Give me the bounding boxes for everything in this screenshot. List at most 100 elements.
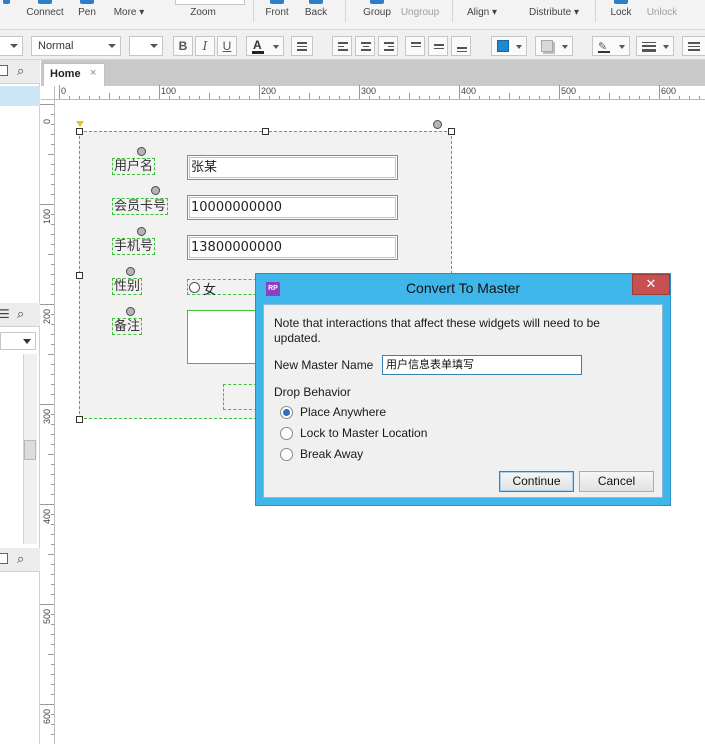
lock-button[interactable]: Lock	[606, 0, 636, 30]
resize-handle[interactable]	[76, 416, 83, 423]
ruler-tick	[679, 96, 680, 99]
valign-middle-button[interactable]	[428, 36, 448, 56]
member-card-input[interactable]: 10000000000	[187, 195, 398, 220]
ruler-tick	[349, 96, 350, 99]
font-size-select[interactable]	[129, 36, 163, 56]
widget-library-select[interactable]	[0, 332, 36, 350]
add-master-icon[interactable]	[0, 553, 8, 564]
group-button[interactable]: Group	[360, 0, 394, 30]
main-toolbar: Connect Pen More ▾ Zoom Front Back Group…	[0, 0, 705, 30]
align-right-button[interactable]	[378, 36, 398, 56]
ruler-tick	[51, 584, 54, 585]
close-button[interactable]: ✕	[632, 274, 670, 295]
unlock-button[interactable]: Unlock	[644, 0, 680, 30]
ruler-tick	[259, 85, 260, 99]
style-select[interactable]: Normal	[31, 36, 121, 56]
ruler-tick	[669, 96, 670, 99]
align-left-button[interactable]	[332, 36, 352, 56]
ruler-tick	[51, 724, 54, 725]
ruler-label: 100	[161, 86, 177, 96]
menu-icon[interactable]: ☰	[0, 307, 10, 321]
line-pattern-button[interactable]	[682, 36, 705, 56]
italic-button[interactable]: I	[195, 36, 215, 56]
more-tools-button[interactable]: More ▾	[108, 0, 150, 30]
toolbar-item-partial[interactable]	[0, 0, 10, 30]
valign-top-button[interactable]	[405, 36, 425, 56]
resize-handle[interactable]	[262, 128, 269, 135]
connection-point[interactable]	[137, 147, 146, 156]
scrollbar-thumb[interactable]	[24, 440, 36, 460]
master-name-input[interactable]: 用户信息表单填写	[382, 355, 582, 375]
chevron-down-icon	[663, 45, 669, 49]
group-icon	[370, 0, 384, 4]
ruler-tick	[51, 524, 54, 525]
ruler-tick	[51, 174, 54, 175]
bullet-list-button[interactable]	[291, 36, 313, 56]
line-color-button[interactable]: ✎	[592, 36, 630, 56]
ruler-tick	[529, 96, 530, 99]
ruler-tick	[139, 96, 140, 99]
selected-page-row[interactable]	[0, 86, 40, 106]
shadow-button[interactable]	[535, 36, 573, 56]
close-icon[interactable]: ×	[90, 67, 96, 79]
ruler-label: 300	[42, 408, 52, 424]
dialog-titlebar[interactable]: RP Convert To Master ✕	[256, 274, 670, 301]
valign-bottom-button[interactable]	[451, 36, 471, 56]
tab-home[interactable]: Home ×	[43, 63, 105, 86]
distribute-button[interactable]: Distribute ▾	[526, 0, 582, 30]
ruler-tick	[239, 96, 240, 99]
bold-button[interactable]: B	[173, 36, 193, 56]
connection-point[interactable]	[126, 267, 135, 276]
widgets-panel-header: ☰ ⌕	[0, 303, 40, 327]
search-icon[interactable]: ⌕	[17, 63, 24, 79]
ruler-tick	[329, 96, 330, 99]
ruler-tick	[619, 96, 620, 99]
connection-point[interactable]	[126, 307, 135, 316]
bring-front-button[interactable]: Front	[260, 0, 294, 30]
chevron-down-icon	[516, 45, 522, 49]
resize-handle[interactable]	[448, 128, 455, 135]
shadow-icon	[541, 40, 553, 52]
resize-handle[interactable]	[76, 128, 83, 135]
ruler-tick	[51, 194, 54, 195]
continue-button[interactable]: Continue	[499, 471, 574, 492]
underline-button[interactable]: U	[217, 36, 237, 56]
toolbar-divider	[452, 0, 453, 22]
ruler-tick	[119, 96, 120, 99]
connect-tool-button[interactable]: Connect	[22, 0, 68, 30]
pen-tool-button[interactable]: Pen	[72, 0, 102, 30]
connection-point[interactable]	[137, 227, 146, 236]
drop-behavior-label: Drop Behavior	[274, 385, 351, 399]
ruler-tick	[659, 85, 660, 99]
ruler-tick	[539, 96, 540, 99]
username-input[interactable]: 张某	[187, 155, 398, 180]
ruler-tick	[689, 96, 690, 99]
ruler-tick	[409, 93, 410, 99]
rotation-handle[interactable]	[433, 120, 442, 129]
phone-input[interactable]: 13800000000	[187, 235, 398, 260]
connection-point[interactable]	[151, 186, 160, 195]
resize-handle[interactable]	[76, 272, 83, 279]
ruler-tick	[51, 644, 54, 645]
font-color-swatch	[252, 51, 264, 54]
ruler-label: 300	[361, 86, 377, 96]
page-tab-bar	[41, 60, 705, 86]
ruler-tick	[199, 96, 200, 99]
ruler-tick	[639, 96, 640, 99]
font-family-select[interactable]	[0, 36, 23, 56]
cancel-button[interactable]: Cancel	[579, 471, 654, 492]
line-width-button[interactable]	[636, 36, 674, 56]
remark-label: 备注	[112, 318, 143, 335]
search-icon[interactable]: ⌕	[17, 306, 24, 322]
search-icon[interactable]: ⌕	[17, 551, 24, 567]
ruler-tick	[159, 85, 160, 99]
add-page-icon[interactable]	[0, 65, 8, 76]
send-back-button[interactable]: Back	[300, 0, 332, 30]
font-color-button[interactable]: A	[246, 36, 284, 56]
align-center-button[interactable]	[355, 36, 375, 56]
ruler-tick	[559, 85, 560, 99]
fill-color-button[interactable]	[491, 36, 527, 56]
ungroup-button[interactable]: Ungroup	[398, 0, 442, 30]
dialog-body: Note that interactions that affect these…	[263, 304, 663, 498]
align-button[interactable]: Align ▾	[462, 0, 502, 30]
